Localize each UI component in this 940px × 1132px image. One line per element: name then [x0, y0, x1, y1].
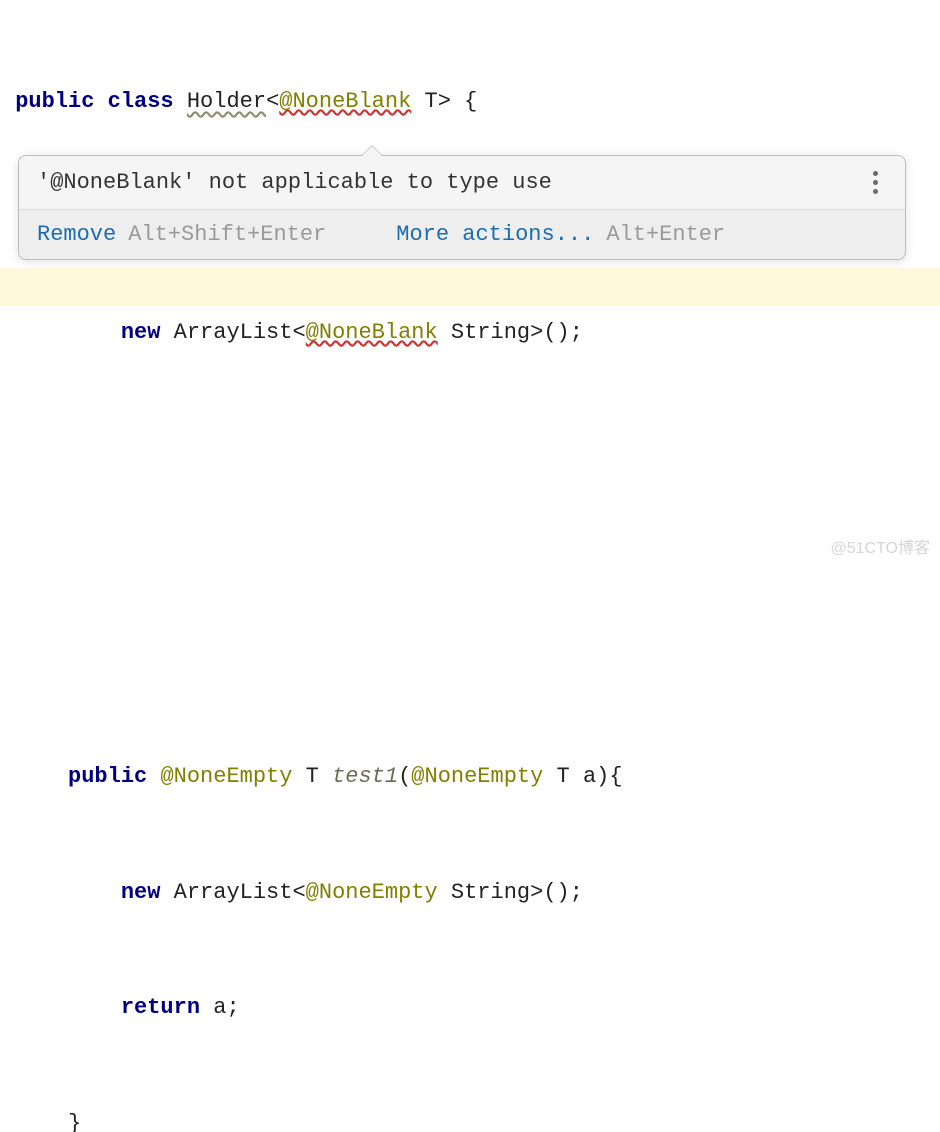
tooltip-message: '@NoneBlank' not applicable to type use [37, 170, 552, 195]
code-line: new ArrayList<@NoneBlank String>(); [2, 314, 938, 353]
remove-shortcut: Alt+Shift+Enter [128, 222, 326, 247]
tooltip-pointer [361, 145, 383, 156]
annotation: @NoneBlank [306, 320, 438, 345]
keyword-public: public [15, 89, 94, 114]
keyword-new: new [121, 880, 161, 905]
more-shortcut: Alt+Enter [606, 222, 725, 247]
keyword-return: return [121, 995, 200, 1020]
keyword-public: public [68, 764, 147, 789]
code-line [2, 583, 938, 621]
code-line: public class Holder<@NoneBlank T> { [2, 83, 938, 122]
remove-action[interactable]: Remove [37, 222, 116, 247]
inspection-tooltip: '@NoneBlank' not applicable to type use … [18, 155, 906, 260]
class-name: Holder [187, 89, 266, 114]
method-name: test1 [332, 764, 398, 789]
annotation: @NoneEmpty [160, 764, 292, 789]
keyword-new: new [121, 320, 161, 345]
code-line: new ArrayList<@NoneEmpty String>(); [2, 874, 938, 913]
code-line [2, 430, 938, 468]
code-line [2, 506, 938, 544]
code-line [2, 659, 938, 681]
keyword-class: class [108, 89, 174, 114]
code-line: } [2, 1105, 938, 1132]
annotation: @NoneBlank [279, 89, 411, 114]
annotation: @NoneEmpty [306, 880, 438, 905]
annotation: @NoneEmpty [411, 764, 543, 789]
code-line: public @NoneEmpty T test1(@NoneEmpty T a… [2, 758, 938, 797]
kebab-icon[interactable] [863, 171, 887, 194]
more-actions[interactable]: More actions... [396, 222, 594, 247]
code-line: return a; [2, 989, 938, 1028]
